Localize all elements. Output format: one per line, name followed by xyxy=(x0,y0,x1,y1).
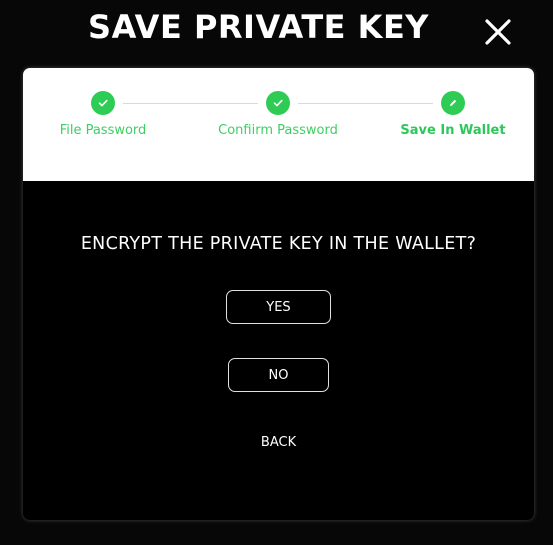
step-file-password: File Password xyxy=(33,91,173,138)
stepper: File Password Confiirm Password Save In … xyxy=(23,68,534,181)
check-icon xyxy=(266,91,290,115)
no-button[interactable]: NO xyxy=(228,358,329,392)
close-icon xyxy=(485,19,511,45)
back-link[interactable]: BACK xyxy=(228,435,329,450)
step-label: File Password xyxy=(59,123,147,138)
step-confirm-password: Confiirm Password xyxy=(208,91,348,138)
close-button[interactable] xyxy=(483,17,513,47)
pencil-icon xyxy=(441,91,465,115)
save-key-dialog: File Password Confiirm Password Save In … xyxy=(23,68,534,520)
page-title: SAVE PRIVATE KEY xyxy=(88,8,429,46)
yes-button[interactable]: YES xyxy=(226,290,331,324)
check-icon xyxy=(91,91,115,115)
step-save-in-wallet: Save In Wallet xyxy=(383,91,523,138)
step-label: Save In Wallet xyxy=(400,123,506,138)
step-label: Confiirm Password xyxy=(218,123,338,138)
encrypt-question: ENCRYPT THE PRIVATE KEY IN THE WALLET? xyxy=(80,234,477,254)
